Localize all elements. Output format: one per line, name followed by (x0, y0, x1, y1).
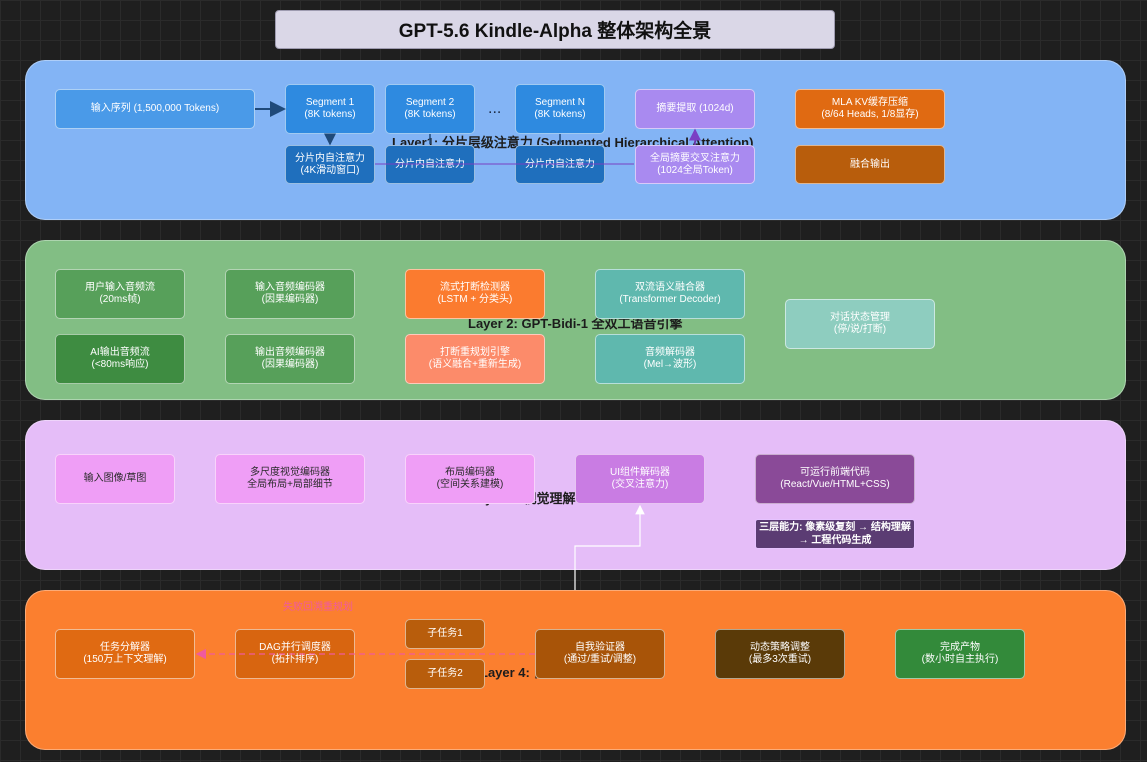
node-line: (Mel→波形) (643, 359, 697, 370)
node-line: 输出音频编码器 (255, 347, 325, 358)
node-line: 对话状态管理 (830, 312, 890, 323)
node-line: (Transformer Decoder) (619, 294, 721, 305)
mla-kv-compression-node: MLA KV缓存压缩 (8/64 Heads, 1/8显存) (795, 89, 945, 129)
intra-attention-1-node: 分片内自注意力 (4K滑动窗口) (285, 145, 375, 184)
node-line: 自我验证器 (575, 642, 625, 653)
callout-line: 三层能力: 像素级复刻 → 结构理解 (759, 522, 911, 533)
callout-line: → 工程代码生成 (798, 535, 872, 546)
node-line: 多尺度视觉编码器 (250, 467, 330, 478)
node-line: 分片内自注意力 (395, 158, 465, 170)
node-line: 任务分解器 (100, 642, 150, 653)
diagram-title: GPT-5.6 Kindle-Alpha 整体架构全景 (275, 10, 835, 49)
segmentN-node: Segment N (8K tokens) (515, 84, 605, 134)
input-audio-encoder-node: 输入音频编码器 (因果编码器) (225, 269, 355, 319)
node-line: 布局编码器 (445, 467, 495, 478)
node-line: (数小时自主执行) (921, 654, 999, 665)
intra-attention-2-node: 分片内自注意力 (385, 145, 475, 184)
node-line: 动态策略调整 (750, 642, 810, 653)
node-line: 打断重规划引擎 (440, 347, 510, 358)
node-line: 用户输入音频流 (85, 282, 155, 293)
summary-extract-node: 摘要提取 (1024d) (635, 89, 755, 129)
task-decomposer-node: 任务分解器 (150万上下文理解) (55, 629, 195, 679)
intra-attention-N-node: 分片内自注意力 (515, 145, 605, 184)
layer1-input-node: 输入序列 (1,500,000 Tokens) (55, 89, 255, 129)
node-line: (8K tokens) (404, 109, 456, 120)
node-line: 全局摘要交叉注意力 (650, 152, 740, 164)
fusion-output-node: 融合输出 (795, 145, 945, 184)
node-line: (通过/重试/调整) (563, 654, 637, 665)
node-line: 子任务2 (427, 668, 463, 679)
dag-scheduler-node: DAG并行调度器 (拓扑排序) (235, 629, 355, 679)
node-line: (空间关系建模) (436, 479, 504, 490)
node-line: (停/说/打断) (833, 324, 887, 335)
node-line: Segment 2 (405, 97, 455, 108)
node-line: 分片内自注意力 (295, 152, 365, 164)
ellipsis-dots: ... (488, 100, 502, 117)
node-line: (交叉注意力) (611, 479, 669, 490)
node-line: 融合输出 (850, 158, 890, 170)
node-line: MLA KV缓存压缩 (831, 97, 909, 108)
node-line: (8K tokens) (304, 109, 356, 120)
node-line: (8K tokens) (534, 109, 586, 120)
interrupt-detector-node: 流式打断检测器 (LSTM + 分类头) (405, 269, 545, 319)
dynamic-strategy-node: 动态策略调整 (最多3次重试) (715, 629, 845, 679)
dual-stream-fusion-node: 双流语义融合器 (Transformer Decoder) (595, 269, 745, 319)
node-line: 双流语义融合器 (635, 282, 705, 293)
node-line: UI组件解码器 (610, 467, 670, 478)
node-line: (语义融合+重新生成) (428, 359, 522, 370)
node-line: 输入图像/草图 (83, 473, 147, 484)
node-line: (1024全局Token) (657, 164, 733, 176)
node-line: (拓扑排序) (271, 654, 319, 665)
node-line: 输入序列 (1,500,000 Tokens) (90, 103, 220, 114)
node-line: DAG并行调度器 (259, 642, 331, 653)
subtask2-node: 子任务2 (405, 659, 485, 689)
capabilities-callout: 三层能力: 像素级复刻 → 结构理解 → 工程代码生成 (755, 519, 915, 549)
node-line: (最多3次重试) (748, 654, 812, 665)
self-verifier-node: 自我验证器 (通过/重试/调整) (535, 629, 665, 679)
node-line: 完成产物 (940, 642, 980, 653)
visual-encoder-node: 多尺度视觉编码器 全局布局+局部细节 (215, 454, 365, 504)
node-line: 流式打断检测器 (440, 282, 510, 293)
node-line: 摘要提取 (1024d) (656, 103, 734, 114)
node-line: 全局布局+局部细节 (247, 479, 333, 490)
node-line: AI输出音频流 (90, 347, 150, 358)
replan-engine-node: 打断重规划引擎 (语义融合+重新生成) (405, 334, 545, 384)
subtask1-node: 子任务1 (405, 619, 485, 649)
node-line: 音频解码器 (645, 347, 695, 358)
frontend-code-node: 可运行前端代码 (React/Vue/HTML+CSS) (755, 454, 915, 504)
node-line: Segment N (534, 97, 586, 108)
node-line: 分片内自注意力 (525, 158, 595, 170)
node-line: (因果编码器) (261, 359, 319, 370)
audio-decoder-node: 音频解码器 (Mel→波形) (595, 334, 745, 384)
ui-component-decoder-node: UI组件解码器 (交叉注意力) (575, 454, 705, 504)
node-line: (<80ms响应) (91, 359, 149, 370)
node-line: (因果编码器) (261, 294, 319, 305)
segment2-node: Segment 2 (8K tokens) (385, 84, 475, 134)
backtrack-note: 失败回溯重规划 (283, 602, 353, 613)
node-line: 输入音频编码器 (255, 282, 325, 293)
node-line: (LSTM + 分类头) (437, 294, 513, 305)
node-line: (8/64 Heads, 1/8显存) (821, 109, 919, 120)
node-line: (150万上下文理解) (83, 654, 167, 665)
node-line: (20ms帧) (99, 294, 141, 305)
segment1-node: Segment 1 (8K tokens) (285, 84, 375, 134)
node-line: 子任务1 (427, 628, 463, 639)
input-image-node: 输入图像/草图 (55, 454, 175, 504)
output-audio-encoder-node: 输出音频编码器 (因果编码器) (225, 334, 355, 384)
node-line: (4K滑动窗口) (300, 164, 360, 176)
node-line: 可运行前端代码 (800, 467, 870, 478)
node-line: Segment 1 (305, 97, 355, 108)
completed-artifact-node: 完成产物 (数小时自主执行) (895, 629, 1025, 679)
node-line: (React/Vue/HTML+CSS) (780, 479, 890, 490)
user-audio-node: 用户输入音频流 (20ms帧) (55, 269, 185, 319)
global-cross-attention-node: 全局摘要交叉注意力 (1024全局Token) (635, 145, 755, 184)
ai-audio-node: AI输出音频流 (<80ms响应) (55, 334, 185, 384)
dialog-state-node: 对话状态管理 (停/说/打断) (785, 299, 935, 349)
layout-encoder-node: 布局编码器 (空间关系建模) (405, 454, 535, 504)
